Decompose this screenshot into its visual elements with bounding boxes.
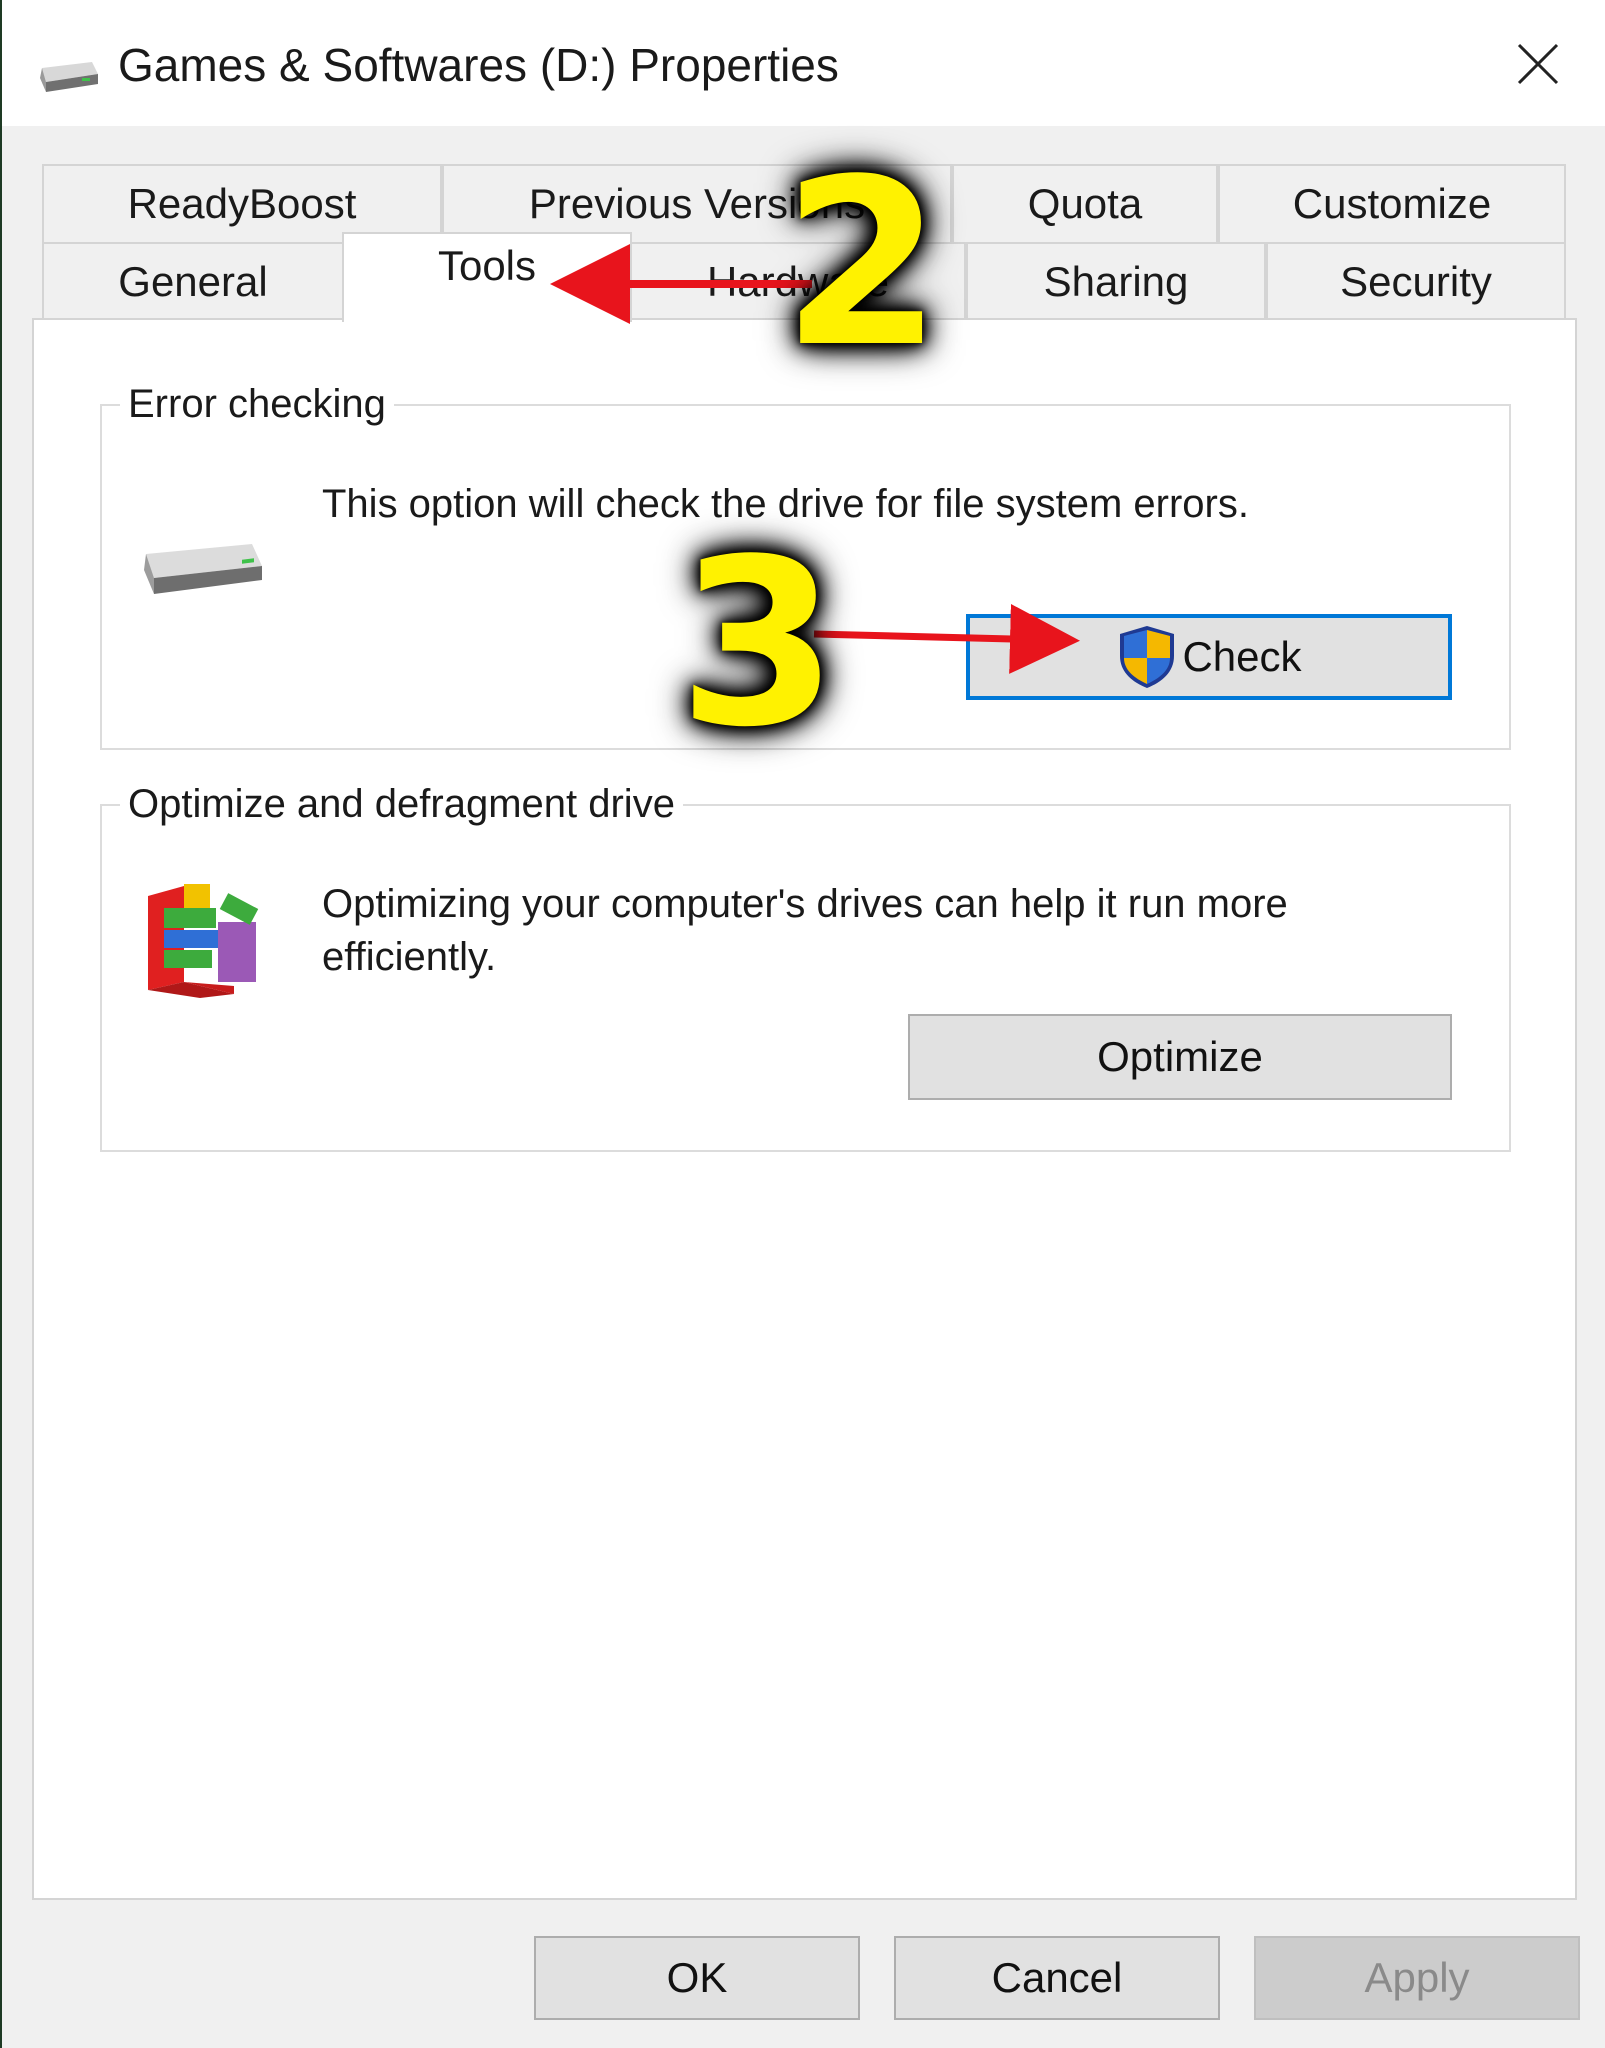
check-button[interactable]: Check <box>966 614 1452 700</box>
ok-button[interactable]: OK <box>534 1936 860 2020</box>
drive-icon <box>36 56 100 97</box>
tab-readyboost[interactable]: ReadyBoost <box>42 164 442 242</box>
tab-sharing[interactable]: Sharing <box>966 242 1266 320</box>
window-title: Games & Softwares (D:) Properties <box>118 39 839 91</box>
tab-security[interactable]: Security <box>1266 242 1566 320</box>
optimize-description: Optimizing your computer's drives can he… <box>322 882 1288 979</box>
tab-quota[interactable]: Quota <box>952 164 1218 242</box>
check-button-label: Check <box>1182 633 1302 680</box>
tab-general[interactable]: General <box>42 242 344 320</box>
optimize-group: Optimize and defragment drive Optimizing… <box>100 782 1511 1152</box>
defrag-icon <box>144 878 268 1003</box>
step-number-2: 2 <box>782 131 943 398</box>
tab-customize[interactable]: Customize <box>1218 164 1566 242</box>
step-number-3: 3 <box>678 511 839 778</box>
title-bar: Games & Softwares (D:) Properties <box>2 0 1605 126</box>
hard-drive-icon <box>142 536 266 603</box>
optimize-button[interactable]: Optimize <box>908 1014 1452 1100</box>
properties-dialog: Games & Softwares (D:) Properties ReadyB… <box>2 0 1605 2048</box>
error-checking-title: Error checking <box>120 382 394 427</box>
tab-tools[interactable]: Tools <box>342 232 632 322</box>
uac-shield-icon <box>1120 626 1175 688</box>
optimize-title: Optimize and defragment drive <box>120 782 683 827</box>
close-button[interactable] <box>1488 22 1588 106</box>
close-icon <box>1517 43 1559 85</box>
apply-button[interactable]: Apply <box>1254 1936 1580 2020</box>
cancel-button[interactable]: Cancel <box>894 1936 1220 2020</box>
